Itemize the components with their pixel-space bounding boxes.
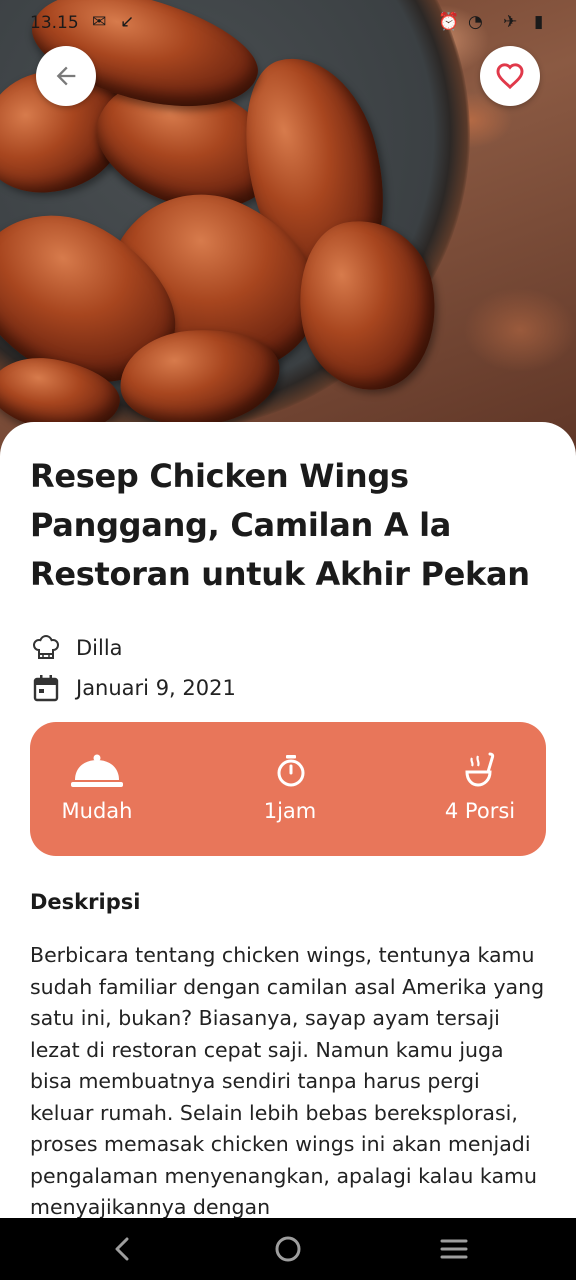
arrow-left-icon — [56, 66, 76, 86]
stat-time-label: 1jam — [263, 799, 317, 823]
status-bar: 13.15 ✉ ↙ ⏰ ◔ ✈ ▮ — [0, 0, 576, 46]
nav-home-icon[interactable] — [273, 1234, 303, 1264]
status-time: 13.15 — [30, 13, 79, 33]
cloche-icon — [71, 754, 123, 787]
recipe-title: Resep Chicken Wings Panggang, Camilan A … — [30, 457, 530, 593]
description-text: Berbicara tentang chicken wings, tentuny… — [30, 943, 545, 1218]
favorite-button[interactable] — [480, 46, 540, 106]
description-heading: Deskripsi — [30, 890, 141, 914]
ladle-icon — [465, 752, 495, 787]
stat-difficulty: Mudah — [27, 722, 167, 856]
stat-difficulty-label: Mudah — [61, 799, 133, 823]
chef-hat-icon — [32, 634, 60, 659]
nav-menu-icon[interactable] — [439, 1234, 469, 1264]
wifi-icon: ◔ — [468, 12, 483, 32]
author-name: Dilla — [76, 636, 123, 660]
recipe-stats-card: Mudah 1jam 4 Porsi — [30, 722, 546, 856]
publish-date: Januari 9, 2021 — [76, 676, 236, 700]
calendar-icon — [33, 675, 59, 702]
airplane-icon: ✈ — [503, 12, 518, 32]
heart-outline-icon — [496, 63, 524, 90]
stat-servings: 4 Porsi — [410, 722, 550, 856]
missed-call-icon: ↙ — [120, 12, 135, 32]
date-row: Januari 9, 2021 — [30, 672, 236, 704]
system-navigation-bar — [0, 1218, 576, 1280]
author-row: Dilla — [30, 632, 123, 664]
alarm-icon: ⏰ — [438, 12, 460, 32]
back-button[interactable] — [36, 46, 96, 106]
battery-icon: ▮ — [534, 12, 544, 32]
stat-servings-label: 4 Porsi — [444, 799, 516, 823]
mail-icon: ✉ — [92, 12, 107, 32]
timer-icon — [277, 755, 305, 787]
stat-time: 1jam — [220, 722, 360, 856]
nav-back-icon[interactable] — [108, 1234, 138, 1264]
